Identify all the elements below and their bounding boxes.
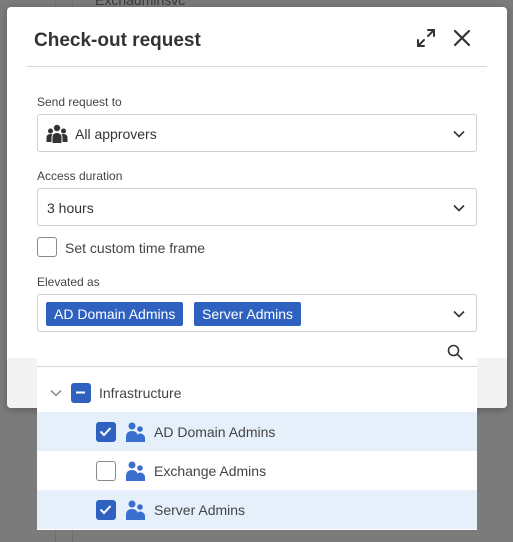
group-users-icon: [126, 499, 146, 526]
tree-group-infrastructure[interactable]: Infrastructure: [37, 373, 477, 412]
access-duration-value: 3 hours: [47, 200, 94, 216]
custom-time-frame-label: Set custom time frame: [65, 240, 206, 256]
send-request-label: Send request to: [37, 95, 122, 109]
dropdown-search: [37, 332, 477, 367]
checkbox[interactable]: [37, 237, 57, 257]
selected-tag[interactable]: AD Domain Admins: [46, 302, 184, 326]
tree-item-label: Server Admins: [154, 502, 246, 518]
search-icon[interactable]: [447, 344, 463, 365]
chevron-down-icon: [452, 307, 466, 321]
dropdown-search-input[interactable]: [37, 332, 437, 366]
chevron-down-icon[interactable]: [49, 386, 63, 405]
send-request-select[interactable]: All approvers: [37, 114, 477, 152]
checkbox[interactable]: [96, 461, 116, 481]
checkbox[interactable]: [96, 422, 116, 442]
tree-item[interactable]: Exchange Admins: [37, 451, 477, 490]
indeterminate-checkbox[interactable]: [71, 383, 91, 403]
elevated-as-dropdown: Infrastructure AD Domain Admins Exchange…: [37, 332, 477, 530]
tree-group-label: Infrastructure: [99, 385, 182, 401]
users-group-icon: [46, 123, 68, 150]
send-request-value: All approvers: [75, 126, 157, 142]
elevated-as-label: Elevated as: [37, 275, 100, 289]
tree-item[interactable]: AD Domain Admins: [37, 412, 477, 451]
access-duration-select[interactable]: 3 hours: [37, 188, 477, 226]
tree-item-label: Exchange Admins: [154, 463, 267, 479]
custom-time-frame-checkbox[interactable]: Set custom time frame: [37, 237, 337, 259]
chevron-down-icon: [452, 127, 466, 141]
close-icon[interactable]: [451, 27, 475, 51]
expand-icon[interactable]: [415, 27, 439, 51]
tree-item-label: AD Domain Admins: [154, 424, 276, 440]
elevated-as-select[interactable]: AD Domain Admins Server Admins: [37, 294, 477, 332]
modal-header: Check-out request: [27, 23, 487, 67]
selected-tag[interactable]: Server Admins: [194, 302, 302, 326]
group-users-icon: [126, 460, 146, 487]
tree-item[interactable]: Server Admins: [37, 490, 477, 529]
chevron-down-icon: [452, 201, 466, 215]
checkbox[interactable]: [96, 500, 116, 520]
access-duration-label: Access duration: [37, 169, 123, 183]
modal-title: Check-out request: [34, 30, 201, 51]
group-users-icon: [126, 421, 146, 448]
